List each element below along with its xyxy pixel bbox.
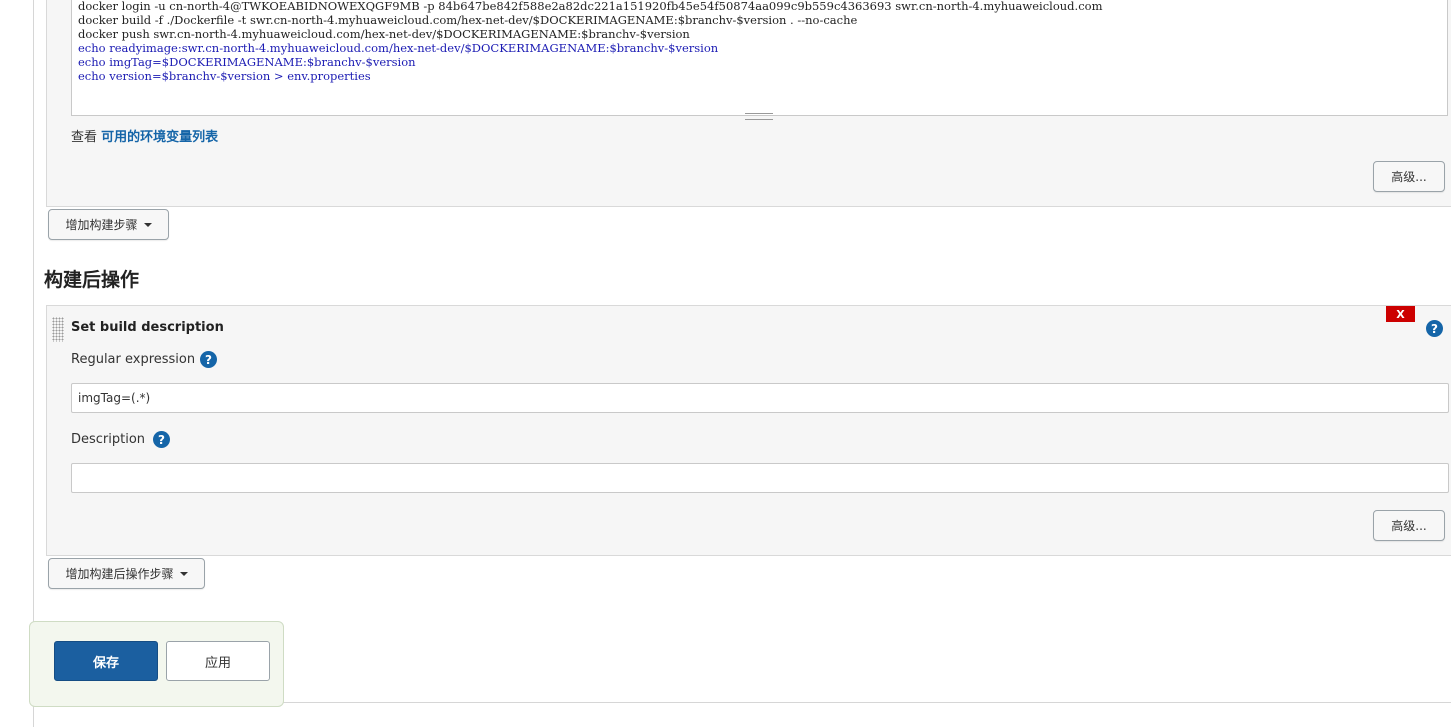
shell-command-textarea[interactable]: docker login -u cn-north-4@TWKOEABIDNOWE… — [71, 0, 1448, 116]
code-line: docker push swr.cn-north-4.myhuaweicloud… — [78, 27, 690, 41]
apply-button[interactable]: 应用 — [166, 641, 270, 681]
advanced-label: 高级... — [1391, 170, 1427, 184]
env-vars-link[interactable]: 可用的环境变量列表 — [101, 130, 218, 145]
add-build-step-button[interactable]: 增加构建步骤 — [48, 209, 169, 240]
regex-label: Regular expression — [71, 352, 196, 367]
env-vars-prefix: 查看 — [71, 130, 98, 145]
post-build-section-title: 构建后操作 — [44, 269, 140, 291]
drag-handle-icon[interactable] — [52, 317, 64, 342]
help-icon[interactable]: ? — [153, 431, 170, 448]
shell-command-code: docker login -u cn-north-4@TWKOEABIDNOWE… — [72, 0, 1447, 83]
left-border — [33, 0, 34, 727]
code-line: docker build -f ./Dockerfile -t swr.cn-n… — [78, 13, 858, 27]
build-step-advanced-button[interactable]: 高级... — [1373, 161, 1445, 192]
delete-step-button[interactable]: X — [1386, 306, 1415, 322]
chevron-down-icon — [179, 571, 188, 576]
add-post-build-step-button[interactable]: 增加构建后操作步骤 — [48, 558, 205, 589]
advanced-label: 高级... — [1391, 519, 1427, 533]
description-label: Description — [71, 432, 146, 447]
code-line: echo readyimage:swr.cn-north-4.myhuaweic… — [78, 41, 719, 55]
post-build-step-title: Set build description — [71, 320, 224, 335]
code-line: echo version=$branchv-$version > env.pro… — [78, 69, 371, 83]
close-icon: X — [1396, 307, 1405, 321]
textarea-resize-handle[interactable] — [745, 113, 773, 120]
help-icon[interactable]: ? — [1426, 320, 1443, 337]
add-build-step-label: 增加构建步骤 — [65, 218, 138, 232]
chevron-down-icon — [143, 222, 152, 227]
set-build-description-panel — [46, 305, 1451, 556]
add-post-build-step-label: 增加构建后操作步骤 — [65, 567, 174, 581]
env-vars-row: 查看 可用的环境变量列表 — [71, 126, 218, 145]
code-line: docker login -u cn-north-4@TWKOEABIDNOWE… — [78, 0, 1103, 13]
code-line: echo imgTag=$DOCKERIMAGENAME:$branchv-$v… — [78, 55, 416, 69]
help-icon[interactable]: ? — [200, 351, 217, 368]
post-build-advanced-button[interactable]: 高级... — [1373, 510, 1445, 541]
save-button[interactable]: 保存 — [54, 641, 158, 681]
description-input[interactable] — [71, 463, 1449, 493]
regex-input[interactable] — [71, 383, 1449, 413]
